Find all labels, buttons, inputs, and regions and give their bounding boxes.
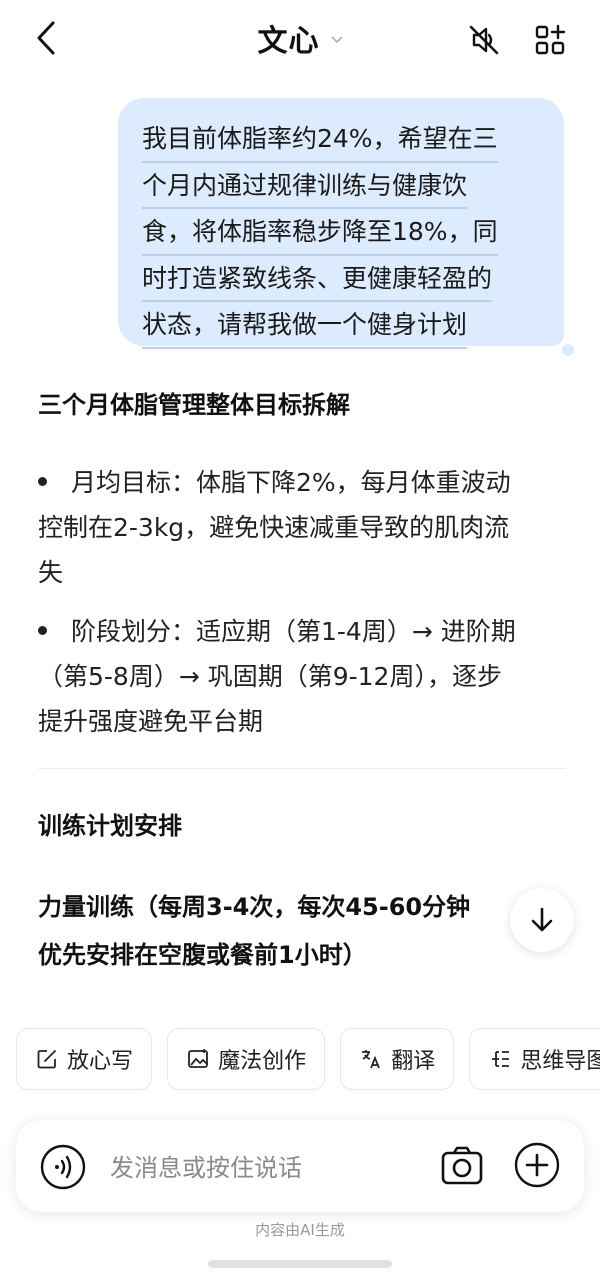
- user-message-line: 个月内通过规律训练与健康饮: [142, 163, 468, 209]
- list-item-line: 控制在2-3kg，避免快速减重导致的肌肉流: [38, 513, 510, 542]
- chip-label: 放心写: [67, 1049, 134, 1074]
- paragraph-line: 优先安排在空腹或餐前1小时）: [38, 941, 367, 969]
- user-message-line: 食，将体脂率稳步降至18%，同: [142, 209, 498, 256]
- bullet-dot: [38, 625, 47, 635]
- section-heading: 训练计划安排: [38, 812, 182, 840]
- section-heading: 三个月体脂管理整体目标拆解: [38, 391, 350, 419]
- list-item-line: 失: [38, 558, 64, 587]
- translate-icon: [362, 1050, 381, 1069]
- arrow-down-icon: [531, 907, 553, 932]
- voice-button[interactable]: [40, 1144, 86, 1190]
- bubble-tail-dot: [562, 344, 574, 356]
- image-magic-icon: [188, 1049, 209, 1068]
- mute-button[interactable]: [462, 18, 506, 62]
- list-item-line: 阶段划分：适应期（第1-4周）→ 进阶期: [71, 617, 516, 646]
- user-message-line: 状态，请帮我做一个健身计划: [142, 302, 468, 349]
- chip-label: 思维导图: [520, 1049, 600, 1074]
- list-item-line: （第5-8周）→ 巩固期（第9-12周），逐步: [38, 662, 502, 691]
- chip-label: 魔法创作: [218, 1049, 307, 1074]
- title-area[interactable]: 文心: [0, 16, 600, 60]
- user-message-text: 我目前体脂率约24%，希望在三 个月内通过规律训练与健康饮 食，将体脂率稳步降至…: [142, 116, 540, 349]
- chip-write[interactable]: 放心写: [16, 1028, 153, 1090]
- mind-map-icon: [492, 1051, 510, 1067]
- divider: [38, 768, 566, 769]
- user-message-bubble[interactable]: 我目前体脂率约24%，希望在三 个月内通过规律训练与健康饮 食，将体脂率稳步降至…: [118, 98, 564, 349]
- apps-button[interactable]: [528, 18, 572, 62]
- chip-label: 翻译: [391, 1049, 436, 1074]
- bullet-dot: [38, 476, 47, 486]
- voice-wave-icon: [40, 1144, 86, 1190]
- paragraph-line: 力量训练（每周3-4次，每次45-60分钟: [38, 893, 471, 921]
- assistant-answer: 三个月体脂管理整体目标拆解 月均目标：体脂下降2%，每月体重波动 控制在2-3k…: [38, 380, 568, 979]
- user-message-line: 时打造紧致线条、更健康轻盈的: [142, 256, 493, 302]
- apps-grid-icon: [535, 24, 566, 55]
- plus-icon: [514, 1142, 560, 1188]
- ai-generated-note: 内容由AI生成: [255, 1221, 345, 1239]
- list-item: 月均目标：体脂下降2%，每月体重波动 控制在2-3kg，避免快速减重导致的肌肉流…: [38, 460, 568, 595]
- list-item: 阶段划分：适应期（第1-4周）→ 进阶期 （第5-8周）→ 巩固期（第9-12周…: [38, 609, 568, 744]
- user-message-line: 我目前体脂率约24%，希望在三: [142, 116, 498, 163]
- scroll-to-bottom-button[interactable]: [510, 888, 574, 952]
- chip-translate[interactable]: 翻译: [340, 1028, 455, 1090]
- page-title: 文心: [257, 24, 320, 59]
- chip-magic-create[interactable]: 魔法创作: [167, 1028, 326, 1090]
- chip-mind-map[interactable]: 思维导图: [469, 1028, 600, 1090]
- top-bar: 文心: [0, 0, 600, 80]
- home-indicator[interactable]: [208, 1260, 392, 1268]
- speaker-muted-icon: [469, 25, 499, 55]
- list-item-line: 提升强度避免平台期: [38, 707, 264, 736]
- message-input-bar: 发消息或按住说话: [16, 1120, 584, 1212]
- camera-button[interactable]: [440, 1144, 484, 1188]
- chevron-down-icon: [330, 29, 343, 48]
- plus-button[interactable]: [514, 1142, 560, 1188]
- bold-paragraph: 力量训练（每周3-4次，每次45-60分钟 优先安排在空腹或餐前1小时）: [38, 883, 568, 979]
- quick-action-chips: 放心写 魔法创作 翻译 思维导图: [16, 1028, 600, 1090]
- list-item-line: 月均目标：体脂下降2%，每月体重波动: [71, 468, 511, 497]
- camera-icon: [441, 1146, 483, 1185]
- edit-icon: [37, 1050, 56, 1069]
- message-input[interactable]: 发消息或按住说话: [110, 1148, 302, 1183]
